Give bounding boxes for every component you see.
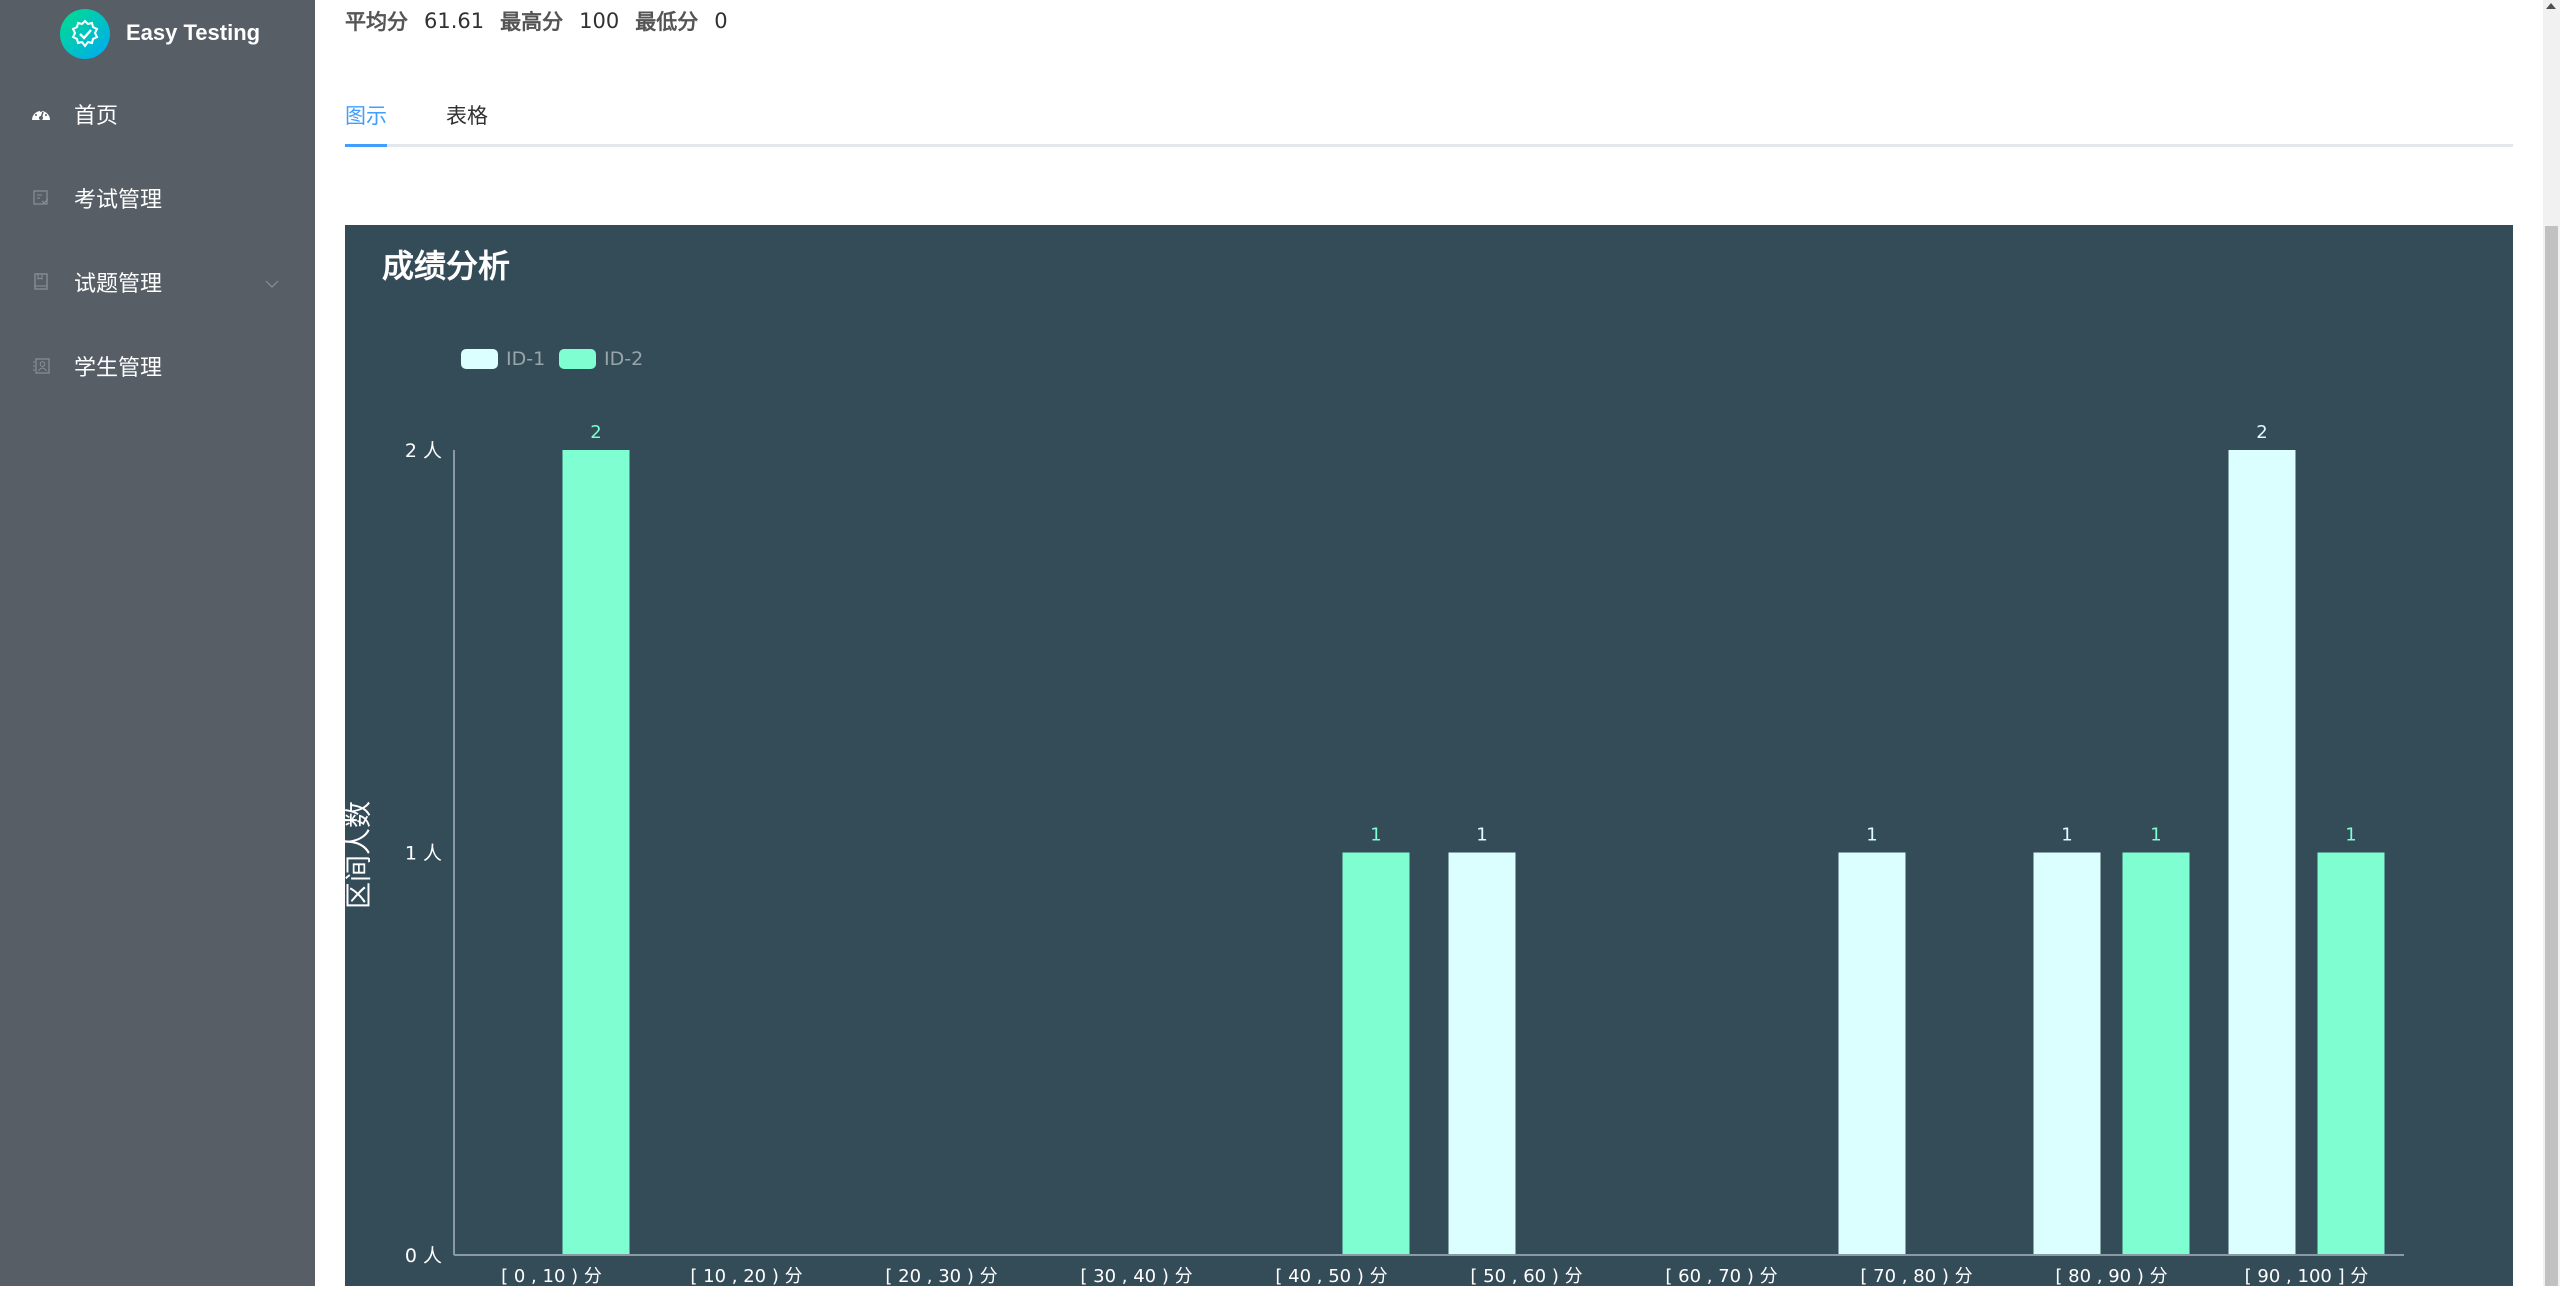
sidebar-item-home[interactable]: 首页 [0, 84, 315, 144]
sidebar-item-exams[interactable]: 考试管理 [0, 168, 315, 228]
score-summary: 平均分 61.61 最高分 100 最低分 0 [345, 6, 744, 36]
bar-value-label: 1 [2150, 825, 2161, 846]
score-chart: 成绩分析 ID-1 ID-2 区间人数 0 人 1 人 2 人 2 1 1 1 1 1 2 1 [ … [344, 247, 2404, 1287]
min-score-label: 最低分 [635, 10, 699, 34]
bar-id-2 [1342, 852, 1410, 1255]
bars: 2 1 1 1 1 1 2 1 [562, 422, 2385, 1255]
sidebar: Easy Testing 首页 考试管理 试题管理 学生管理 [0, 0, 315, 1286]
sidebar-item-label: 学生管理 [74, 356, 163, 381]
bar-id-1 [1448, 852, 1516, 1255]
bar-id-2 [2122, 852, 2190, 1255]
bar-value-label: 1 [1476, 825, 1487, 846]
chevron-down-icon[interactable] [265, 276, 279, 288]
chart-panel: 成绩分析 ID-1 ID-2 区间人数 0 人 1 人 2 人 2 1 1 1 1 1 2 1 [ … [344, 225, 2513, 1287]
bar-value-label: 1 [2345, 825, 2356, 846]
bar-id-2 [2317, 852, 2385, 1255]
y-tick-label: 0 人 [405, 1245, 442, 1267]
legend-swatch-id-1 [461, 349, 498, 369]
legend-label-id-1: ID-1 [506, 348, 545, 370]
tab-chart[interactable]: 图示 [345, 100, 387, 130]
page-scrollbar[interactable] [2543, 0, 2560, 1286]
bar-id-2 [562, 450, 630, 1255]
sidebar-item-label: 考试管理 [74, 188, 163, 213]
bar-value-label: 1 [2061, 825, 2072, 846]
x-tick-label: [ 10 , 20 ) 分 [690, 1266, 802, 1286]
scrollbar-thumb[interactable] [2545, 226, 2558, 1286]
y-ticks: 0 人 1 人 2 人 [405, 440, 442, 1267]
view-tabs: 图示 表格 [345, 92, 2513, 147]
tab-table[interactable]: 表格 [446, 100, 488, 130]
x-tick-label: [ 80 , 90 ) 分 [2055, 1266, 2167, 1286]
chart-title: 成绩分析 [382, 247, 510, 285]
x-tick-label: [ 40 , 50 ) 分 [1275, 1266, 1387, 1286]
bar-value-label: 2 [2256, 422, 2267, 443]
x-tick-label: [ 70 , 80 ) 分 [1860, 1266, 1972, 1286]
bar-id-1 [1838, 852, 1906, 1255]
dashboard-icon [30, 103, 52, 125]
legend-label-id-2: ID-2 [604, 348, 643, 370]
x-tick-label: [ 90 , 100 ] 分 [2245, 1266, 2369, 1286]
sidebar-item-students[interactable]: 学生管理 [0, 336, 315, 396]
chart-legend: ID-1 ID-2 [461, 348, 643, 370]
student-contacts-icon [30, 355, 52, 377]
sidebar-item-label: 试题管理 [74, 272, 163, 297]
max-score-label: 最高分 [500, 10, 564, 34]
logo-gear-check-icon [60, 9, 110, 59]
scroll-up-arrow-icon[interactable] [2546, 3, 2556, 9]
max-score-value: 100 [579, 9, 620, 33]
bar-value-label: 1 [1866, 825, 1877, 846]
sidebar-item-label: 首页 [74, 104, 119, 129]
bar-value-label: 2 [590, 422, 601, 443]
y-axis-label: 区间人数 [345, 801, 375, 909]
exam-list-icon [30, 187, 52, 209]
y-tick-label: 2 人 [405, 440, 442, 462]
x-tick-label: [ 60 , 70 ) 分 [1665, 1266, 1777, 1286]
bar-id-1 [2033, 852, 2101, 1255]
x-tick-label: [ 30 , 40 ) 分 [1080, 1266, 1192, 1286]
question-book-icon [30, 271, 52, 293]
avg-score-label: 平均分 [345, 10, 408, 34]
min-score-value: 0 [714, 9, 728, 33]
x-tick-label: [ 0 , 10 ) 分 [501, 1266, 602, 1286]
brand-name: Easy Testing [126, 20, 261, 45]
legend-swatch-id-2 [559, 349, 596, 369]
x-tick-label: [ 50 , 60 ) 分 [1470, 1266, 1582, 1286]
x-tick-label: [ 20 , 30 ) 分 [885, 1266, 997, 1286]
x-ticks: [ 0 , 10 ) 分 [ 10 , 20 ) 分 [ 20 , 30 ) 分 [ … [501, 1266, 2369, 1287]
avg-score-value: 61.61 [424, 9, 485, 33]
bar-id-1 [2228, 450, 2296, 1255]
bar-value-label: 1 [1370, 825, 1381, 846]
active-tab-indicator [345, 144, 387, 147]
y-tick-label: 1 人 [405, 843, 442, 865]
sidebar-item-questions[interactable]: 试题管理 [0, 252, 315, 312]
